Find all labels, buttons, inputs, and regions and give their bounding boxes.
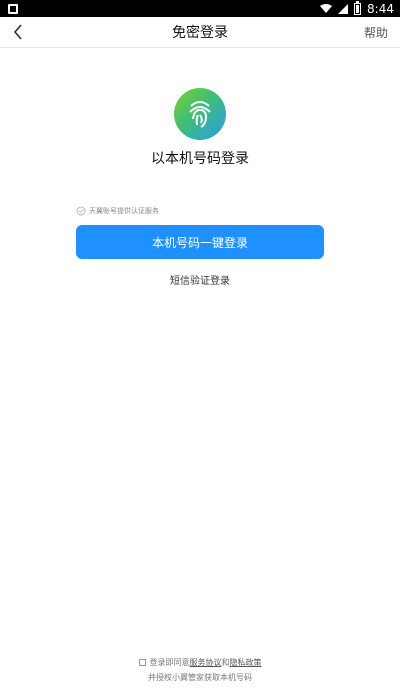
one-click-login-button[interactable]: 本机号码一键登录: [76, 225, 324, 259]
back-arrow-icon[interactable]: [10, 23, 28, 41]
notification-app-icon: [8, 3, 18, 14]
agreement-prefix: 登录即同意: [149, 658, 190, 667]
agreement-authorization-text: 并授权小翼管家获取本机号码: [148, 673, 252, 682]
fingerprint-logo-icon: [174, 88, 226, 140]
service-provider-note: 天翼账号提供认证服务: [76, 206, 159, 216]
title-bar: 免密登录 帮助: [0, 17, 400, 48]
privacy-policy-link[interactable]: 隐私政策: [230, 658, 262, 667]
login-subtitle: 以本机号码登录: [151, 151, 249, 167]
service-note-text: 天翼账号提供认证服务: [89, 207, 159, 215]
battery-icon: [354, 0, 362, 15]
wifi-icon: [320, 3, 333, 13]
help-link[interactable]: 帮助: [364, 24, 388, 41]
agreement-checkbox[interactable]: [138, 659, 146, 666]
agreement-and: 和: [221, 658, 230, 667]
check-circle-icon: [76, 206, 86, 216]
page-title: 免密登录: [172, 25, 228, 41]
status-bar: 8:44: [0, 0, 400, 17]
sms-login-link[interactable]: 短信验证登录: [0, 272, 400, 287]
agreement-section: 登录即同意服务协议和隐私政策 并授权小翼管家获取本机号码: [0, 657, 400, 683]
fingerprint-icon: [189, 101, 211, 128]
service-agreement-link[interactable]: 服务协议: [190, 658, 222, 667]
status-time: 8:44: [367, 1, 394, 16]
signal-icon: [338, 3, 349, 14]
